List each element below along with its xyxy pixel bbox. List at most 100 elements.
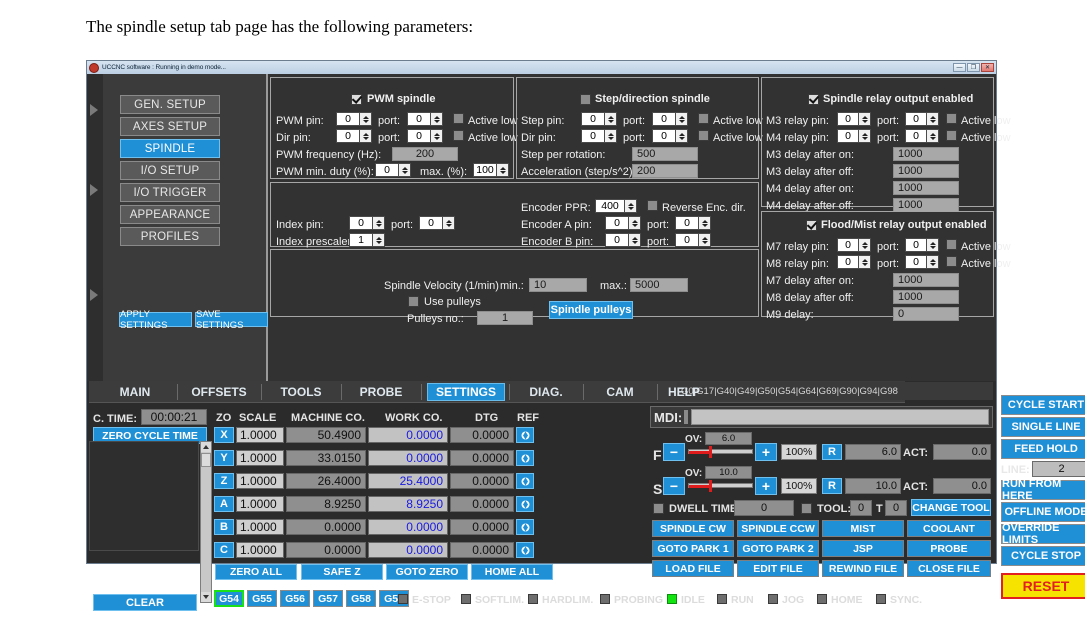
m3-relay-pin-stepper[interactable]: 0 xyxy=(837,112,871,126)
expand-arrow-icon-2[interactable] xyxy=(90,184,98,196)
encoder-b-pin-arrows-icon[interactable] xyxy=(628,234,640,246)
coolant-button[interactable]: COOLANT xyxy=(907,520,991,537)
speed-override-slider[interactable] xyxy=(688,480,753,492)
expand-arrow-icon-1[interactable] xyxy=(90,104,98,116)
tab-settings[interactable]: SETTINGS xyxy=(427,383,505,401)
speed-slider-knob[interactable] xyxy=(709,480,712,492)
scale-value-z[interactable]: 1.0000 xyxy=(236,473,284,489)
scale-value-a[interactable]: 1.0000 xyxy=(236,496,284,512)
line-value[interactable]: 2 xyxy=(1032,461,1085,477)
encoder-b-pin-stepper[interactable]: 0 xyxy=(605,233,641,247)
m7-relay-port-arrows-icon[interactable] xyxy=(926,239,938,251)
jsp-button[interactable]: JSP xyxy=(822,540,904,557)
sidebar-item-io-setup[interactable]: I/O SETUP xyxy=(120,161,220,180)
speed-reset-button[interactable]: R xyxy=(822,478,842,494)
pwm-dir-port-stepper[interactable]: 0 xyxy=(407,129,443,143)
step-direction-spindle-checkbox[interactable] xyxy=(580,94,591,105)
pwm-dir-pin-stepper[interactable]: 0 xyxy=(336,129,372,143)
m3-delay-after-off-input[interactable]: 1000 xyxy=(893,164,959,178)
pwm-frequency-input[interactable]: 200 xyxy=(392,147,458,161)
encoder-a-port-arrows-icon[interactable] xyxy=(698,217,710,229)
spindle-relay-enabled-checkbox[interactable] xyxy=(808,94,819,105)
cycle-stop-button[interactable]: CYCLE STOP xyxy=(1001,546,1085,566)
m8-relay-pin-stepper[interactable]: 0 xyxy=(837,255,871,269)
close-icon[interactable]: ✕ xyxy=(981,63,994,72)
encoder-b-port-stepper[interactable]: 0 xyxy=(675,233,711,247)
m7-active-low-checkbox[interactable] xyxy=(946,239,957,250)
sidebar-item-spindle[interactable]: SPINDLE xyxy=(120,139,220,158)
encoder-ppr-stepper[interactable]: 400 xyxy=(595,199,637,213)
step-pin-arrows-icon[interactable] xyxy=(604,113,616,125)
pulleys-no-input[interactable]: 1 xyxy=(477,311,533,325)
work-value-x[interactable]: 0.0000 xyxy=(368,427,448,443)
sidebar-item-axes-setup[interactable]: AXES SETUP xyxy=(120,117,220,136)
work-value-y[interactable]: 0.0000 xyxy=(368,450,448,466)
scale-value-b[interactable]: 1.0000 xyxy=(236,519,284,535)
step-port-arrows-icon[interactable] xyxy=(675,113,687,125)
wcs-button-g54[interactable]: G54 xyxy=(214,590,244,607)
m8-delay-after-off-input[interactable]: 1000 xyxy=(893,290,959,304)
pwm-min-duty-arrows-icon[interactable] xyxy=(398,164,410,176)
wcs-button-g55[interactable]: G55 xyxy=(247,590,277,607)
reset-button[interactable]: RESET xyxy=(1001,573,1085,599)
step-active-low-checkbox[interactable] xyxy=(698,113,709,124)
pwm-pin-arrows-icon[interactable] xyxy=(359,113,371,125)
axis-button-z[interactable]: Z xyxy=(214,473,234,489)
index-prescaler-stepper[interactable]: 1 xyxy=(349,233,385,247)
index-pin-stepper[interactable]: 0 xyxy=(349,216,385,230)
work-value-a[interactable]: 8.9250 xyxy=(368,496,448,512)
goto-park-2-button[interactable]: GOTO PARK 2 xyxy=(737,540,819,557)
dtg-value-x[interactable]: 0.0000 xyxy=(450,427,514,443)
feed-minus-button[interactable]: − xyxy=(663,443,685,461)
speed-percent-value[interactable]: 100% xyxy=(781,478,817,494)
m7-delay-after-on-input[interactable]: 1000 xyxy=(893,273,959,287)
m8-relay-port-stepper[interactable]: 0 xyxy=(905,255,939,269)
m4-relay-port-arrows-icon[interactable] xyxy=(926,130,938,142)
speed-minus-button[interactable]: − xyxy=(663,477,685,495)
tab-probe[interactable]: PROBE xyxy=(345,383,417,401)
tab-tools[interactable]: TOOLS xyxy=(265,383,337,401)
sidebar-item-io-trigger[interactable]: I/O TRIGGER xyxy=(120,183,220,202)
scale-value-c[interactable]: 1.0000 xyxy=(236,542,284,558)
offline-mode-button[interactable]: OFFLINE MODE xyxy=(1001,502,1085,522)
m4-active-low-checkbox[interactable] xyxy=(946,130,957,141)
expand-arrow-icon-3[interactable] xyxy=(90,289,98,301)
m3-delay-after-on-input[interactable]: 1000 xyxy=(893,147,959,161)
m7-relay-pin-arrows-icon[interactable] xyxy=(858,239,870,251)
m4-delay-after-on-input[interactable]: 1000 xyxy=(893,181,959,195)
m4-relay-port-stepper[interactable]: 0 xyxy=(905,129,939,143)
ref-button-c[interactable] xyxy=(516,542,534,558)
goto-park-1-button[interactable]: GOTO PARK 1 xyxy=(652,540,734,557)
machine-value-c[interactable]: 0.0000 xyxy=(286,542,366,558)
tab-cam[interactable]: CAM xyxy=(587,383,653,401)
pwm-max-duty-stepper[interactable]: 100 xyxy=(473,163,509,177)
log-scroll-up-icon[interactable] xyxy=(201,442,211,452)
pwm-port-stepper[interactable]: 0 xyxy=(407,112,443,126)
encoder-ppr-arrows-icon[interactable] xyxy=(624,200,636,212)
speed-plus-button[interactable]: + xyxy=(755,477,777,495)
pwm-port-arrows-icon[interactable] xyxy=(430,113,442,125)
pwm-pin-stepper[interactable]: 0 xyxy=(336,112,372,126)
probe-button[interactable]: PROBE xyxy=(907,540,991,557)
machine-value-a[interactable]: 8.9250 xyxy=(286,496,366,512)
index-pin-arrows-icon[interactable] xyxy=(372,217,384,229)
clear-button[interactable]: CLEAR xyxy=(93,594,197,611)
m8-relay-port-arrows-icon[interactable] xyxy=(926,256,938,268)
sidebar-item-appearance[interactable]: APPEARANCE xyxy=(120,205,220,224)
dwell-time-checkbox[interactable] xyxy=(653,503,664,514)
pwm-min-duty-stepper[interactable]: 0 xyxy=(375,163,411,177)
tab-diag[interactable]: DIAG. xyxy=(513,383,579,401)
tool-checkbox[interactable] xyxy=(801,503,812,514)
m7-relay-pin-stepper[interactable]: 0 xyxy=(837,238,871,252)
machine-value-b[interactable]: 0.0000 xyxy=(286,519,366,535)
m4-relay-pin-arrows-icon[interactable] xyxy=(858,130,870,142)
m8-active-low-checkbox[interactable] xyxy=(946,256,957,267)
spindle-velocity-max-input[interactable]: 5000 xyxy=(630,278,688,292)
dwell-time-value[interactable]: 0 xyxy=(734,500,794,516)
ref-button-z[interactable] xyxy=(516,473,534,489)
step-dir-port-arrows-icon[interactable] xyxy=(675,130,687,142)
work-value-c[interactable]: 0.0000 xyxy=(368,542,448,558)
zero-all-button[interactable]: ZERO ALL xyxy=(215,564,297,580)
work-value-b[interactable]: 0.0000 xyxy=(368,519,448,535)
m7-relay-port-stepper[interactable]: 0 xyxy=(905,238,939,252)
